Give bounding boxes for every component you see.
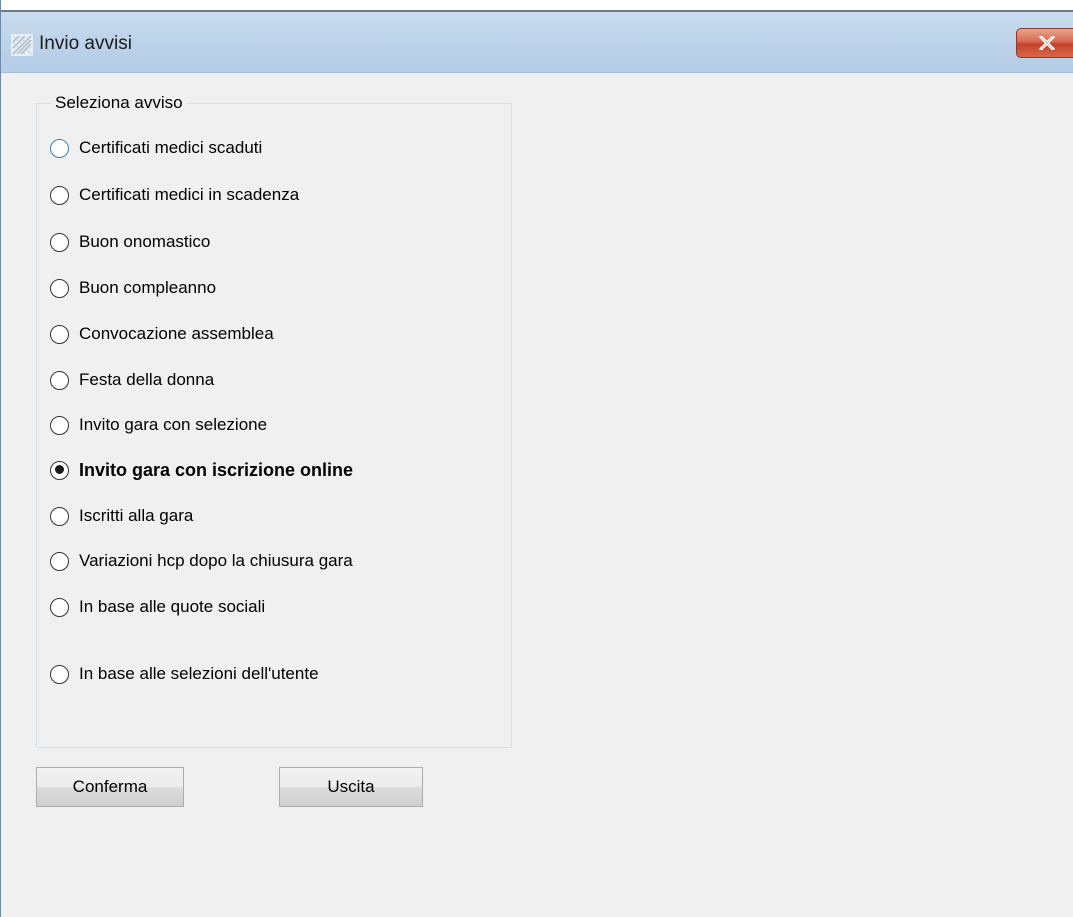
radio-option[interactable]: Festa della donna bbox=[50, 366, 214, 394]
radio-button[interactable] bbox=[50, 278, 69, 298]
radio-label: Buon compleanno bbox=[79, 278, 217, 297]
radio-option[interactable]: Certificati medici scaduti bbox=[50, 134, 262, 162]
radio-option[interactable]: Invito gara con selezione bbox=[50, 411, 267, 439]
radio-label: Iscritti alla gara bbox=[79, 506, 194, 525]
close-icon bbox=[1039, 36, 1055, 50]
title-bar[interactable]: Invio avvisi bbox=[1, 12, 1073, 73]
radio-label: Invito gara con selezione bbox=[79, 415, 268, 434]
radio-button[interactable] bbox=[50, 232, 69, 252]
radio-option[interactable]: Buon onomastico bbox=[50, 228, 210, 256]
dialog-window: Invio avvisi Seleziona avviso Certificat… bbox=[0, 0, 1073, 917]
close-button[interactable] bbox=[1016, 28, 1073, 58]
radio-option[interactable]: Convocazione assemblea bbox=[50, 320, 274, 348]
radio-button[interactable] bbox=[50, 370, 69, 390]
radio-button[interactable] bbox=[50, 551, 69, 571]
radio-button[interactable] bbox=[50, 138, 69, 158]
radio-label: In base alle selezioni dell'utente bbox=[79, 664, 319, 683]
radio-label: Certificati medici scaduti bbox=[79, 138, 263, 157]
radio-button[interactable] bbox=[50, 506, 69, 526]
radio-label: Certificati medici in scadenza bbox=[79, 185, 300, 204]
radio-button[interactable] bbox=[50, 664, 69, 684]
radio-button[interactable] bbox=[50, 415, 69, 435]
radio-option[interactable]: Invito gara con iscrizione online bbox=[50, 456, 353, 484]
radio-option[interactable]: Buon compleanno bbox=[50, 274, 216, 302]
radio-label: Invito gara con iscrizione online bbox=[79, 459, 354, 480]
radio-option[interactable]: Variazioni hcp dopo la chiusura gara bbox=[50, 547, 353, 575]
window-top-edge bbox=[1, 0, 1073, 12]
radio-label: Convocazione assemblea bbox=[79, 324, 274, 343]
exit-button[interactable]: Uscita bbox=[279, 767, 423, 807]
groupbox-legend: Seleziona avviso bbox=[51, 91, 187, 115]
radio-button[interactable] bbox=[50, 597, 69, 617]
window-title: Invio avvisi bbox=[39, 33, 132, 54]
radio-label: In base alle quote sociali bbox=[79, 597, 266, 616]
radio-option[interactable]: Certificati medici in scadenza bbox=[50, 181, 299, 209]
radio-option[interactable]: In base alle selezioni dell'utente bbox=[50, 660, 319, 688]
radio-label: Buon onomastico bbox=[79, 232, 211, 251]
radio-button-checked[interactable] bbox=[50, 460, 69, 480]
radio-option[interactable]: Iscritti alla gara bbox=[50, 502, 193, 530]
radio-option[interactable]: In base alle quote sociali bbox=[50, 593, 265, 621]
radio-label: Festa della donna bbox=[79, 370, 215, 389]
radio-label: Variazioni hcp dopo la chiusura gara bbox=[79, 551, 353, 570]
radio-button[interactable] bbox=[50, 185, 69, 205]
confirm-button[interactable]: Conferma bbox=[36, 767, 184, 807]
radio-button[interactable] bbox=[50, 324, 69, 344]
app-icon bbox=[11, 34, 33, 56]
